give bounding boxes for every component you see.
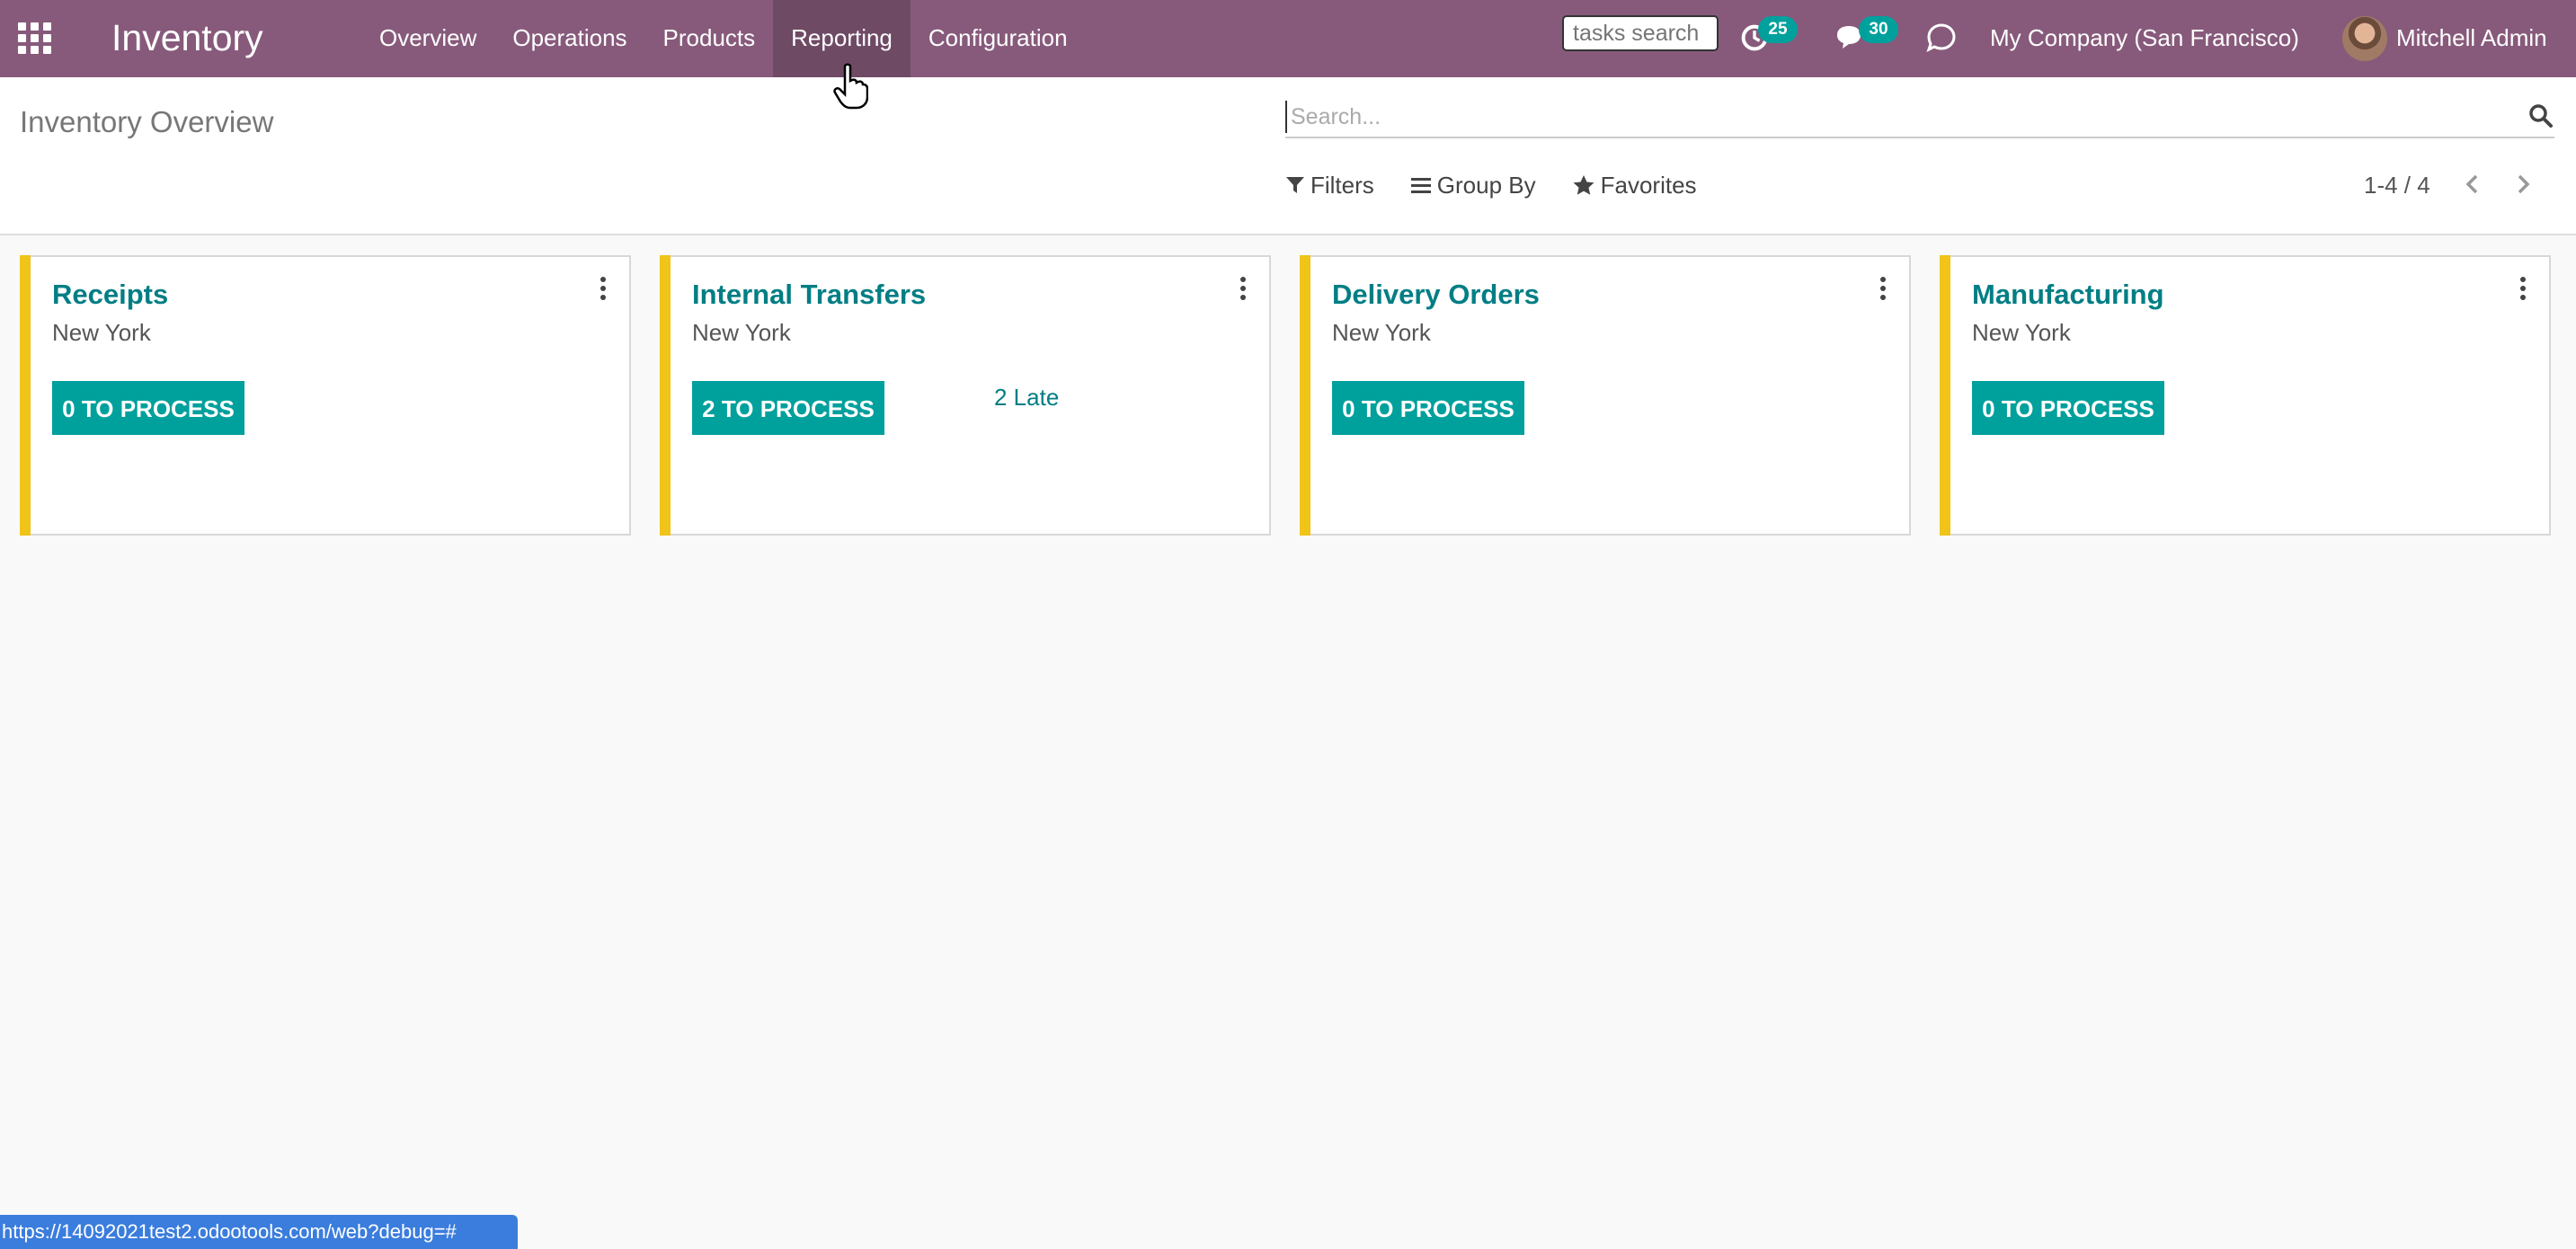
card-menu-icon[interactable]: [597, 277, 609, 304]
app-title[interactable]: Inventory: [111, 14, 263, 61]
filter-icon: [1286, 177, 1304, 193]
top-navbar: Inventory Overview Operations Products R…: [0, 0, 2576, 77]
group-by-label: Group By: [1436, 171, 1536, 199]
card-title[interactable]: Receipts: [52, 275, 168, 314]
card-color-stripe: [20, 255, 31, 536]
search-options: Filters Group By Favorites: [1285, 167, 1733, 203]
card-color-stripe: [660, 255, 671, 536]
search-input[interactable]: [1285, 101, 2499, 133]
menu-overview[interactable]: Overview: [361, 0, 494, 77]
chat-bubble-icon[interactable]: [1925, 22, 1958, 54]
card-title[interactable]: Internal Transfers: [692, 275, 926, 314]
operation-card-internal-transfers: Internal Transfers New York 2 TO PROCESS…: [660, 255, 1271, 536]
late-link[interactable]: 2 Late: [994, 381, 1059, 413]
filters-label: Filters: [1310, 171, 1374, 199]
card-title[interactable]: Manufacturing: [1972, 275, 2164, 314]
page-title: Inventory Overview: [20, 105, 274, 138]
card-title[interactable]: Delivery Orders: [1332, 275, 1540, 314]
hand-cursor-icon: [833, 63, 868, 110]
menu-products[interactable]: Products: [645, 0, 774, 77]
card-menu-icon[interactable]: [1877, 277, 1889, 304]
pager-previous-icon[interactable]: [2459, 171, 2486, 198]
group-by-button[interactable]: Group By: [1410, 172, 1536, 199]
star-icon: [1573, 175, 1594, 195]
tasks-search-input[interactable]: [1562, 15, 1719, 51]
card-warehouse: New York: [1332, 319, 1431, 346]
card-menu-icon[interactable]: [1237, 277, 1249, 304]
card-menu-icon[interactable]: [2517, 277, 2529, 304]
user-avatar[interactable]: [2342, 16, 2387, 61]
operation-card-receipts: Receipts New York 0 TO PROCESS: [20, 255, 631, 536]
favorites-button[interactable]: Favorites: [1572, 172, 1697, 199]
menu-configuration[interactable]: Configuration: [910, 0, 1086, 77]
card-warehouse: New York: [1972, 319, 2071, 346]
message-count-badge: 30: [1859, 16, 1898, 43]
filters-button[interactable]: Filters: [1285, 172, 1374, 199]
link-preview-status-bar: https://14092021test2.odootools.com/web?…: [0, 1215, 518, 1249]
user-menu[interactable]: Mitchell Admin: [2396, 20, 2547, 56]
to-process-button[interactable]: 2 TO PROCESS: [692, 381, 884, 435]
card-color-stripe: [1940, 255, 1950, 536]
search-icon[interactable]: [2527, 102, 2554, 129]
favorites-label: Favorites: [1600, 171, 1697, 199]
company-switcher[interactable]: My Company (San Francisco): [1990, 20, 2299, 56]
to-process-button[interactable]: 0 TO PROCESS: [1332, 381, 1524, 435]
activity-count-badge: 25: [1758, 16, 1798, 43]
card-warehouse: New York: [692, 319, 791, 346]
card-warehouse: New York: [52, 319, 151, 346]
to-process-button[interactable]: 0 TO PROCESS: [1972, 381, 2164, 435]
list-icon: [1410, 178, 1431, 193]
to-process-button[interactable]: 0 TO PROCESS: [52, 381, 244, 435]
pager-next-icon[interactable]: [2509, 171, 2536, 198]
apps-grid-icon[interactable]: [18, 22, 54, 55]
main-menu: Overview Operations Products Reporting C…: [361, 0, 1086, 77]
search-bar: [1285, 97, 2554, 138]
card-color-stripe: [1300, 255, 1310, 536]
pager-value[interactable]: 1-4 / 4: [2364, 167, 2430, 203]
control-panel: Inventory Overview Filters Group By: [0, 77, 2576, 235]
operation-card-manufacturing: Manufacturing New York 0 TO PROCESS: [1940, 255, 2551, 536]
menu-operations[interactable]: Operations: [494, 0, 644, 77]
operation-card-delivery-orders: Delivery Orders New York 0 TO PROCESS: [1300, 255, 1911, 536]
